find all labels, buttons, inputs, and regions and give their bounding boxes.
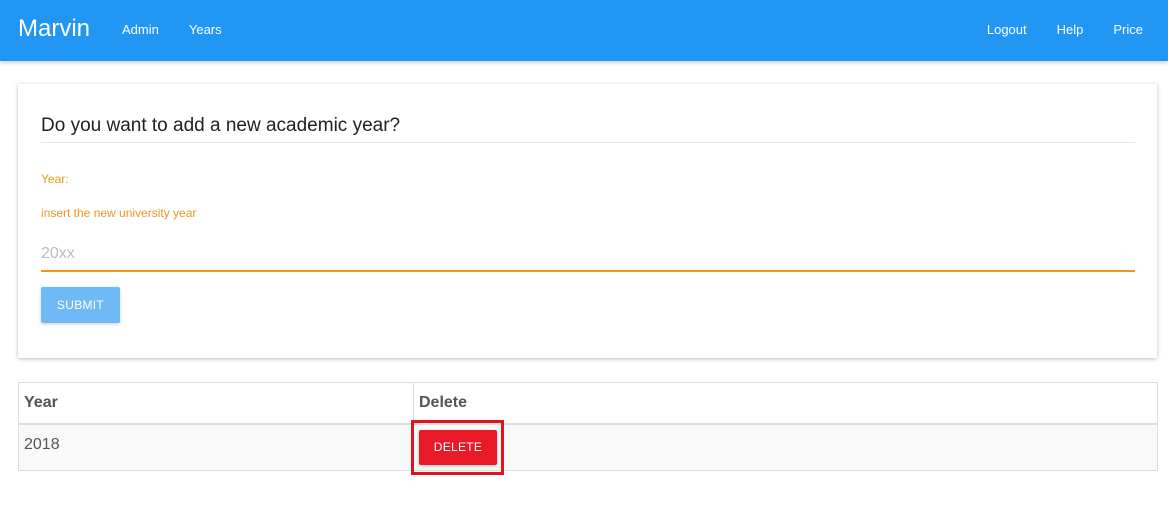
- nav-admin-link[interactable]: Admin: [122, 22, 159, 37]
- years-table: Year Delete 2018 DELETE: [18, 382, 1158, 475]
- nav-logout-link[interactable]: Logout: [987, 22, 1027, 37]
- year-help-text: insert the new university year: [41, 206, 197, 220]
- nav-price-link[interactable]: Price: [1113, 22, 1143, 37]
- brand-link[interactable]: Marvin: [18, 15, 90, 43]
- delete-cell: DELETE: [411, 419, 1158, 475]
- delete-button[interactable]: DELETE: [419, 429, 497, 465]
- year-label: Year:: [41, 172, 69, 186]
- nav-right: Logout Help Price: [957, 22, 1143, 37]
- header-delete: Delete: [413, 382, 1158, 425]
- nav-left: Admin Years: [122, 22, 252, 37]
- year-input[interactable]: [41, 238, 1135, 272]
- card-divider: [41, 142, 1135, 143]
- table-row: 2018 DELETE: [18, 419, 1158, 475]
- nav-help-link[interactable]: Help: [1057, 22, 1084, 37]
- header-year: Year: [18, 382, 414, 425]
- submit-button[interactable]: SUBMIT: [41, 287, 120, 323]
- add-year-card: Do you want to add a new academic year? …: [18, 84, 1157, 358]
- nav-years-link[interactable]: Years: [189, 22, 222, 37]
- table-header-row: Year Delete: [18, 382, 1158, 425]
- year-cell: 2018: [18, 423, 414, 471]
- add-year-title: Do you want to add a new academic year?: [41, 115, 401, 136]
- navbar: Marvin Admin Years Logout Help Price: [0, 0, 1168, 61]
